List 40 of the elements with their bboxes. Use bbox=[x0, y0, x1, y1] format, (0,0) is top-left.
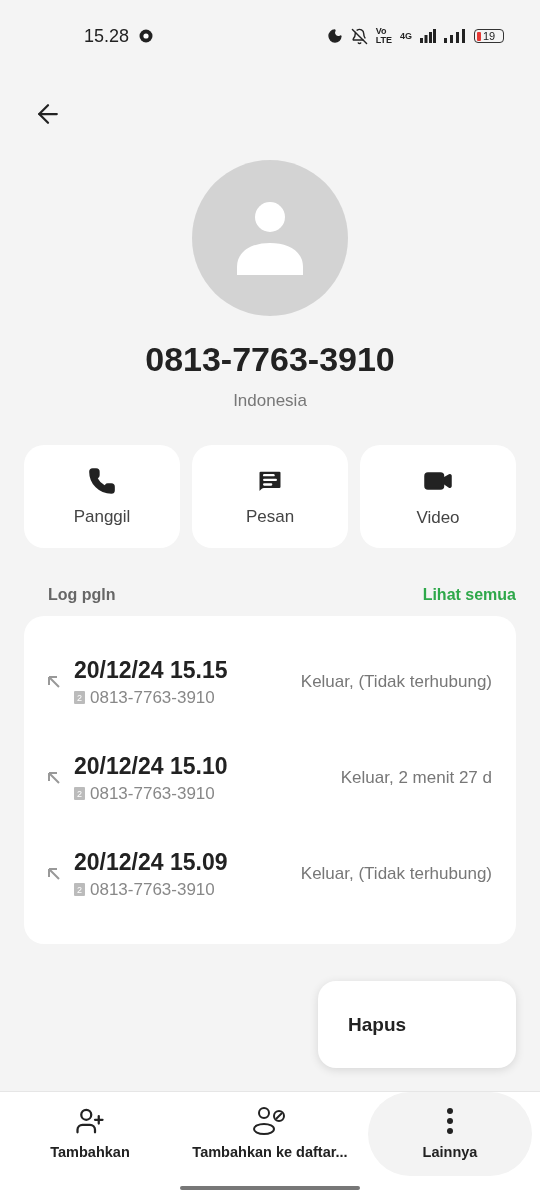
phone-number: 0813-7763-3910 bbox=[144, 340, 396, 379]
network-label: Vo bbox=[375, 27, 388, 36]
call-datetime: 20/12/24 15.09 bbox=[74, 848, 228, 876]
more-button[interactable]: Lainnya bbox=[368, 1092, 532, 1176]
call-button[interactable]: Panggil bbox=[24, 445, 180, 548]
network-label: LTE bbox=[375, 36, 392, 45]
video-button[interactable]: Video bbox=[360, 445, 516, 548]
message-button[interactable]: Pesan bbox=[192, 445, 348, 548]
menu-item[interactable]: Hapus bbox=[342, 1012, 413, 1037]
call-status: Keluar, 2 menit 27 d bbox=[340, 768, 492, 788]
sim-icon: 2 bbox=[74, 691, 85, 704]
call-number: 0813-7763-3910 bbox=[90, 879, 215, 900]
bell-off-icon bbox=[350, 27, 368, 45]
phone-icon bbox=[88, 466, 116, 495]
call-number: 0813-7763-3910 bbox=[90, 687, 215, 708]
browser-icon bbox=[139, 29, 154, 43]
signal-icon bbox=[420, 29, 436, 43]
sim-icon: 2 bbox=[74, 883, 85, 896]
status-time: 15.28 bbox=[84, 25, 130, 47]
person-block-icon bbox=[252, 1106, 288, 1136]
outgoing-call-icon bbox=[46, 866, 62, 882]
battery-icon: 19 bbox=[474, 29, 504, 43]
add-person-icon bbox=[75, 1106, 105, 1136]
add-button[interactable]: Tambahkan bbox=[0, 1092, 180, 1176]
call-status: Keluar, (Tidak terhubung) bbox=[300, 672, 492, 692]
sim-icon: 2 bbox=[74, 787, 85, 800]
call-datetime: 20/12/24 15.10 bbox=[74, 752, 228, 780]
block-button[interactable]: Tambahkan ke daftar... bbox=[180, 1092, 360, 1176]
call-datetime: 20/12/24 15.15 bbox=[74, 656, 228, 684]
signal-icon bbox=[444, 29, 466, 43]
call-status: Keluar, (Tidak terhubung) bbox=[300, 864, 492, 884]
moon-icon bbox=[326, 28, 343, 44]
network-type: 4G bbox=[400, 31, 412, 41]
more-icon bbox=[447, 1108, 453, 1134]
call-number: 0813-7763-3910 bbox=[90, 783, 215, 804]
country-label: Indonesia bbox=[232, 391, 308, 411]
outgoing-call-icon bbox=[46, 770, 62, 786]
section-title: Log pgln bbox=[48, 586, 116, 604]
outgoing-call-icon bbox=[46, 674, 62, 690]
person-icon bbox=[237, 201, 303, 275]
